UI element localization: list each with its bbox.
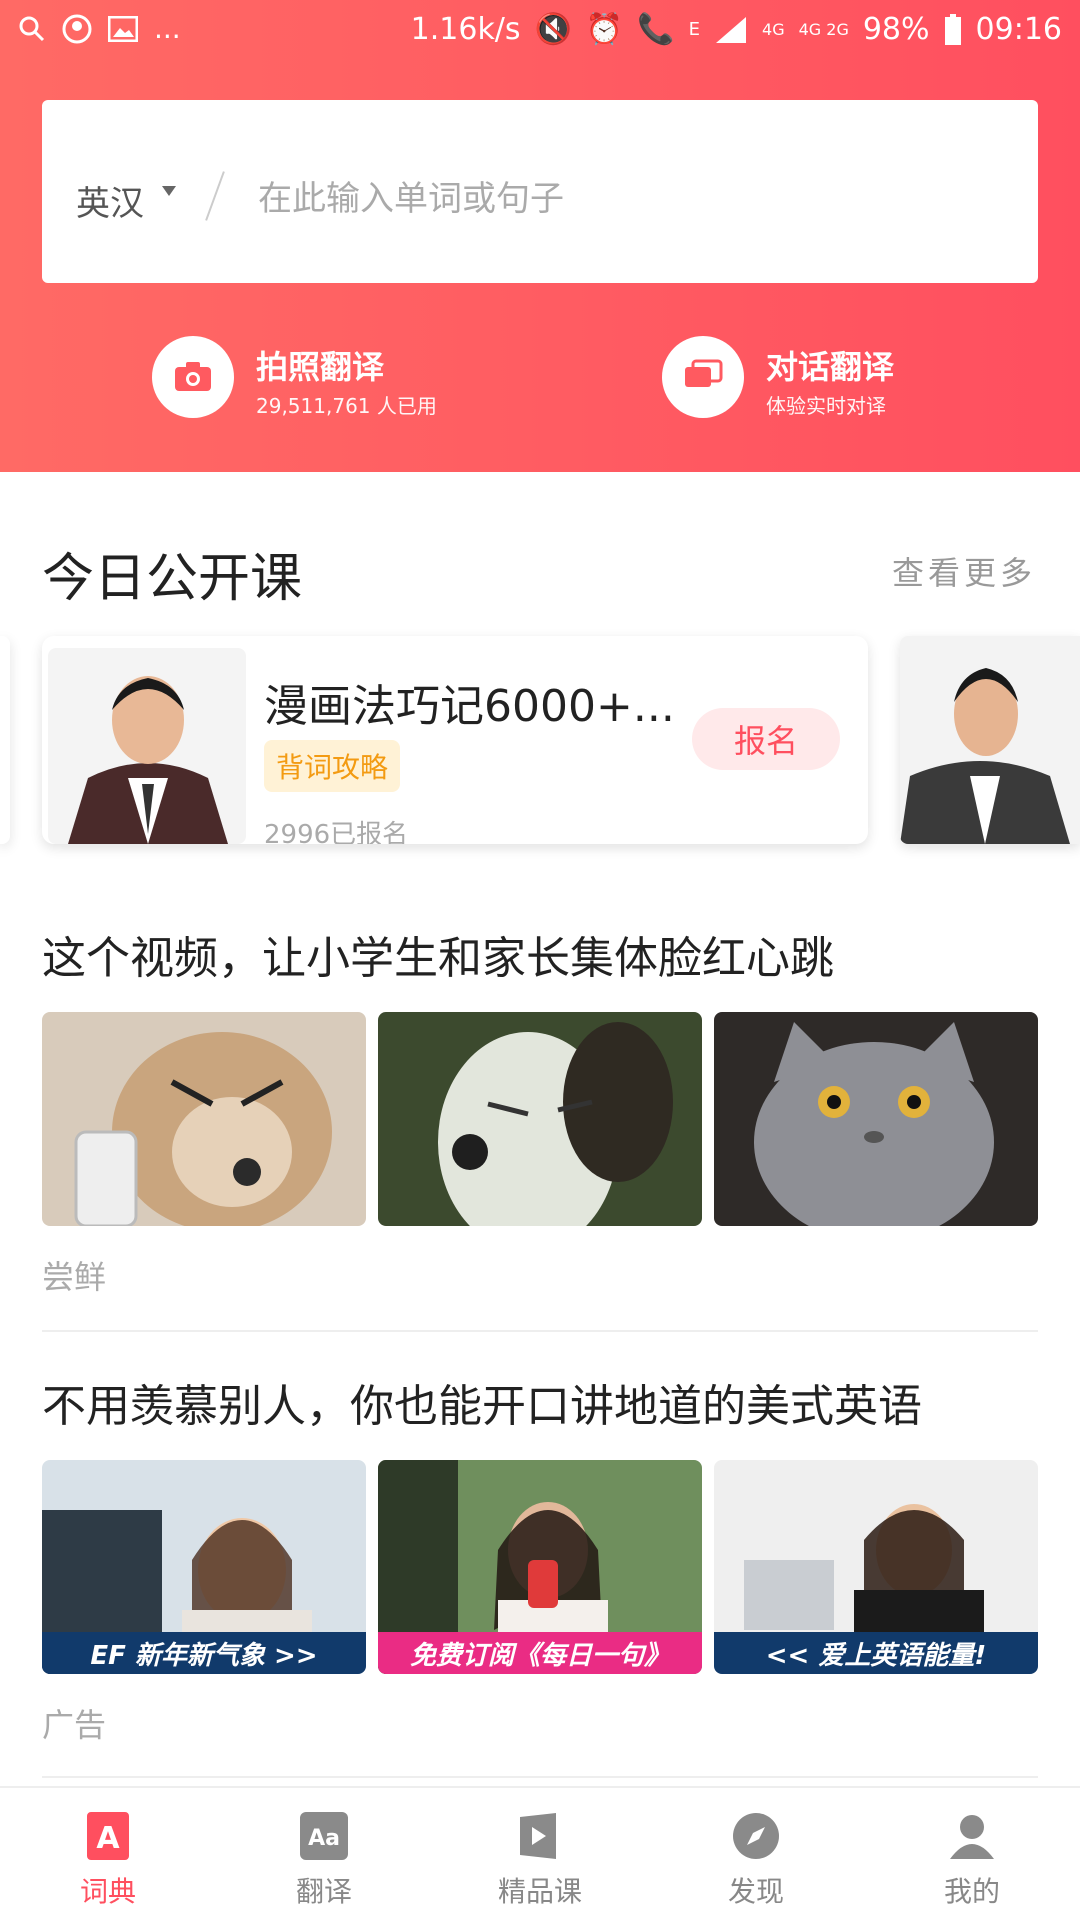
course-card[interactable]: 漫画法巧记6000+... 背词攻略 2996已报名 报名 — [42, 636, 868, 844]
course-card-prev[interactable] — [0, 636, 10, 844]
clock: 09:16 — [975, 12, 1062, 47]
tab-label: 翻译 — [295, 1875, 352, 1908]
phone-icon: 📞 — [637, 12, 675, 47]
view-more-link[interactable]: 查看更多 — [892, 548, 1036, 594]
ad-thumbnail-energy[interactable]: << 爱上英语能量! — [714, 1460, 1038, 1674]
tab-courses[interactable]: 精品课 — [450, 1808, 630, 1910]
photo-translate-label: 拍照翻译 — [256, 348, 385, 386]
course-tag: 背词攻略 — [264, 740, 401, 792]
dialog-translate-button[interactable]: 对话翻译 体验实时对译 — [662, 336, 1042, 420]
teacher-photo — [48, 648, 246, 844]
thumbnail-cat[interactable] — [714, 1012, 1038, 1226]
ad-banner-text: 免费订阅《每日一句》 — [378, 1632, 702, 1674]
tab-profile[interactable]: 我的 — [882, 1808, 1062, 1910]
ad-label: 广告 — [42, 1706, 107, 1744]
translate-icon: Aa — [296, 1808, 352, 1864]
tab-label: 我的 — [943, 1875, 1000, 1908]
camera-icon — [152, 336, 234, 418]
divider — [42, 1776, 1038, 1778]
tab-discover[interactable]: 发现 — [666, 1808, 846, 1910]
enroll-count: 2996已报名 — [264, 820, 409, 844]
mute-icon: 🔇 — [534, 12, 572, 47]
course-title: 漫画法巧记6000+... — [264, 681, 675, 732]
article-meta: 尝鲜 — [42, 1258, 107, 1296]
signal-icon — [716, 16, 747, 43]
chevron-down-icon[interactable] — [162, 186, 176, 196]
photo-translate-usage: 29,511,761 人已用 — [256, 394, 437, 418]
language-selector[interactable]: 英汉 — [76, 176, 144, 225]
ad-banner-text: EF 新年新气象 >> — [42, 1632, 366, 1674]
lte-label: 4G — [762, 20, 785, 39]
ad-thumbnails[interactable]: EF 新年新气象 >> 免费订阅《每日一句》 << 爱上英语能量! — [42, 1460, 1038, 1674]
article-title[interactable]: 不用羡慕别人，你也能开口讲地道的美式英语 — [42, 1370, 1042, 1434]
divider — [42, 1330, 1038, 1332]
course-icon — [512, 1808, 568, 1864]
battery-icon — [944, 13, 961, 45]
thumbnail-puppy[interactable] — [378, 1012, 702, 1226]
alarm-icon: ⏰ — [585, 12, 624, 47]
search-input[interactable] — [256, 170, 1020, 228]
article-thumbnails[interactable] — [42, 1012, 1038, 1226]
more-indicator: ... — [154, 12, 181, 45]
dialog-translate-label: 对话翻译 — [766, 348, 895, 386]
search-icon — [19, 16, 45, 41]
dictionary-icon: A — [80, 1808, 136, 1864]
account-icon — [62, 14, 92, 43]
ad-thumbnail-ef[interactable]: EF 新年新气象 >> — [42, 1460, 366, 1674]
ad-thumbnail-daily[interactable]: 免费订阅《每日一句》 — [378, 1460, 702, 1674]
svg-text:Aa: Aa — [308, 1826, 340, 1851]
image-icon — [108, 15, 138, 42]
section-title-open-courses: 今日公开课 — [42, 549, 303, 609]
course-card-next[interactable] — [900, 636, 1080, 844]
net-speed: 1.16k/s — [410, 12, 521, 47]
tab-dictionary[interactable]: A 词典 — [18, 1808, 198, 1910]
tab-label: 精品课 — [497, 1875, 582, 1908]
tab-label: 发现 — [727, 1875, 784, 1908]
thumbnail-dog-phone[interactable] — [42, 1012, 366, 1226]
dialog-translate-subtitle: 体验实时对译 — [766, 394, 886, 418]
compass-icon — [728, 1808, 784, 1864]
article-title[interactable]: 这个视频，让小学生和家长集体脸红心跳 — [42, 922, 1042, 986]
battery-level: 98% — [862, 12, 930, 47]
tab-translate[interactable]: Aa 翻译 — [234, 1808, 414, 1910]
svg-text:A: A — [96, 1821, 120, 1856]
status-bar: ... 1.16k/s 🔇 ⏰ 📞 E 4G 4G 2G 98% 09:16 — [0, 0, 1080, 64]
ad-banner-text: << 爱上英语能量! — [714, 1632, 1038, 1674]
enroll-button[interactable]: 报名 — [692, 708, 840, 770]
network-type: E — [688, 19, 701, 40]
lte2-label: 4G 2G — [798, 20, 849, 39]
profile-icon — [944, 1808, 1000, 1864]
tab-label: 词典 — [79, 1875, 136, 1908]
photo-translate-button[interactable]: 拍照翻译 29,511,761 人已用 — [152, 336, 512, 420]
chat-icon — [662, 336, 744, 418]
